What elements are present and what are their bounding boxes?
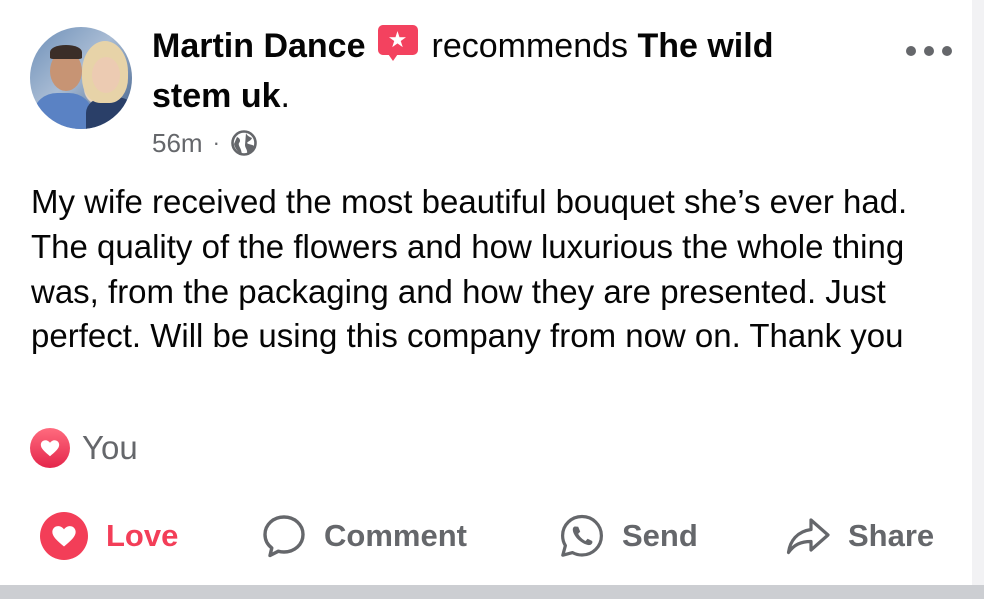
reaction-names: You [82,429,138,466]
love-button[interactable]: Love [40,508,178,564]
post-time[interactable]: 56m [152,128,203,159]
post-header-line-2: stem uk. [152,74,290,118]
page-name-line-1[interactable]: The wild [637,27,773,65]
post-divider [0,585,984,599]
post-body: My wife received the most beautiful bouq… [31,183,908,355]
post-action-bar: Love Comment Send Share [0,508,984,564]
reactions-summary[interactable]: You [30,428,138,468]
share-label: Share [848,518,935,553]
send-button[interactable]: Send [558,508,698,564]
action-text: recommends [431,27,629,65]
whatsapp-send-icon [561,514,603,557]
avatar-figure-face-2 [92,57,120,93]
globe-icon[interactable] [230,129,258,157]
right-edge-strip [972,0,984,585]
comment-label: Comment [324,518,467,553]
avatar-figure-hair-2 [50,45,82,59]
send-label: Send [622,518,698,553]
post-card: Martin Dance ★ recommends The wild stem uk… [0,0,984,599]
author-avatar[interactable] [30,27,132,129]
header-period: . [280,77,290,115]
share-button[interactable]: Share [784,508,934,564]
author-name[interactable]: Martin Dance [152,27,366,65]
heart-icon [40,512,88,560]
love-label: Love [106,518,179,553]
comment-button[interactable]: Comment [260,508,467,564]
recommend-star-icon: ★ [377,25,418,61]
post-header-line-1: Martin Dance ★ recommends The wild [152,24,773,68]
post-meta: 56m · [152,125,258,161]
more-options-icon[interactable] [906,46,952,58]
meta-separator: · [212,130,220,155]
love-reaction-icon [30,428,70,468]
share-arrow-icon [786,518,830,555]
page-name-line-2[interactable]: stem uk [152,77,281,115]
avatar-figure-shirt [34,93,92,129]
comment-icon [263,515,305,558]
